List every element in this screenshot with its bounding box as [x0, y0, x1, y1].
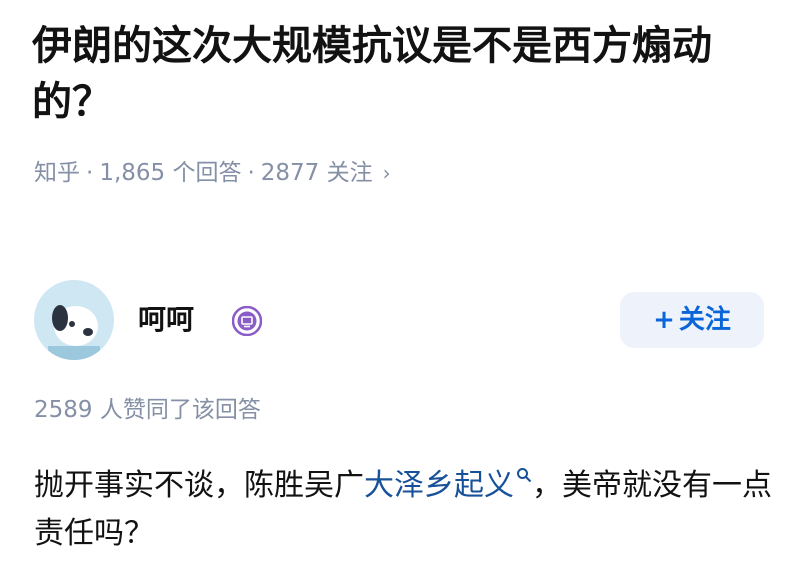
source-label: 知乎: [34, 160, 80, 186]
follower-count: 2877 关注: [260, 160, 373, 186]
question-title[interactable]: 伊朗的这次大规模抗议是不是西方煽动的？: [32, 18, 772, 130]
verified-badge-icon: [232, 306, 262, 336]
author-row: 呵呵 + 关注: [34, 280, 764, 360]
search-link-text: 大泽乡起义: [364, 468, 514, 503]
question-meta[interactable]: 知乎 · 1,865 个回答 · 2877 关注 ›: [34, 157, 391, 189]
chevron-right-icon[interactable]: ›: [383, 157, 391, 189]
author-name[interactable]: 呵呵: [138, 300, 194, 340]
search-icon: [517, 468, 532, 483]
section-spacer: [0, 215, 800, 255]
answer-count: 1,865 个回答: [99, 160, 242, 186]
likes-count: 2589 人赞同了该回答: [34, 397, 261, 423]
answer-text[interactable]: 抛开事实不谈，陈胜吴广大泽乡起义 ，美帝就没有一点责任吗？: [34, 462, 774, 558]
dog-avatar-icon: [34, 280, 114, 360]
avatar[interactable]: [34, 280, 114, 360]
follow-label: 关注: [678, 305, 731, 335]
plus-icon: +: [653, 305, 675, 335]
meta-separator: ·: [247, 160, 255, 186]
search-link[interactable]: 大泽乡起义: [364, 468, 532, 503]
meta-separator: ·: [86, 160, 94, 186]
follow-button[interactable]: + 关注: [620, 292, 764, 348]
answer-text-part: 抛开事实不谈，陈胜吴广: [34, 468, 364, 503]
